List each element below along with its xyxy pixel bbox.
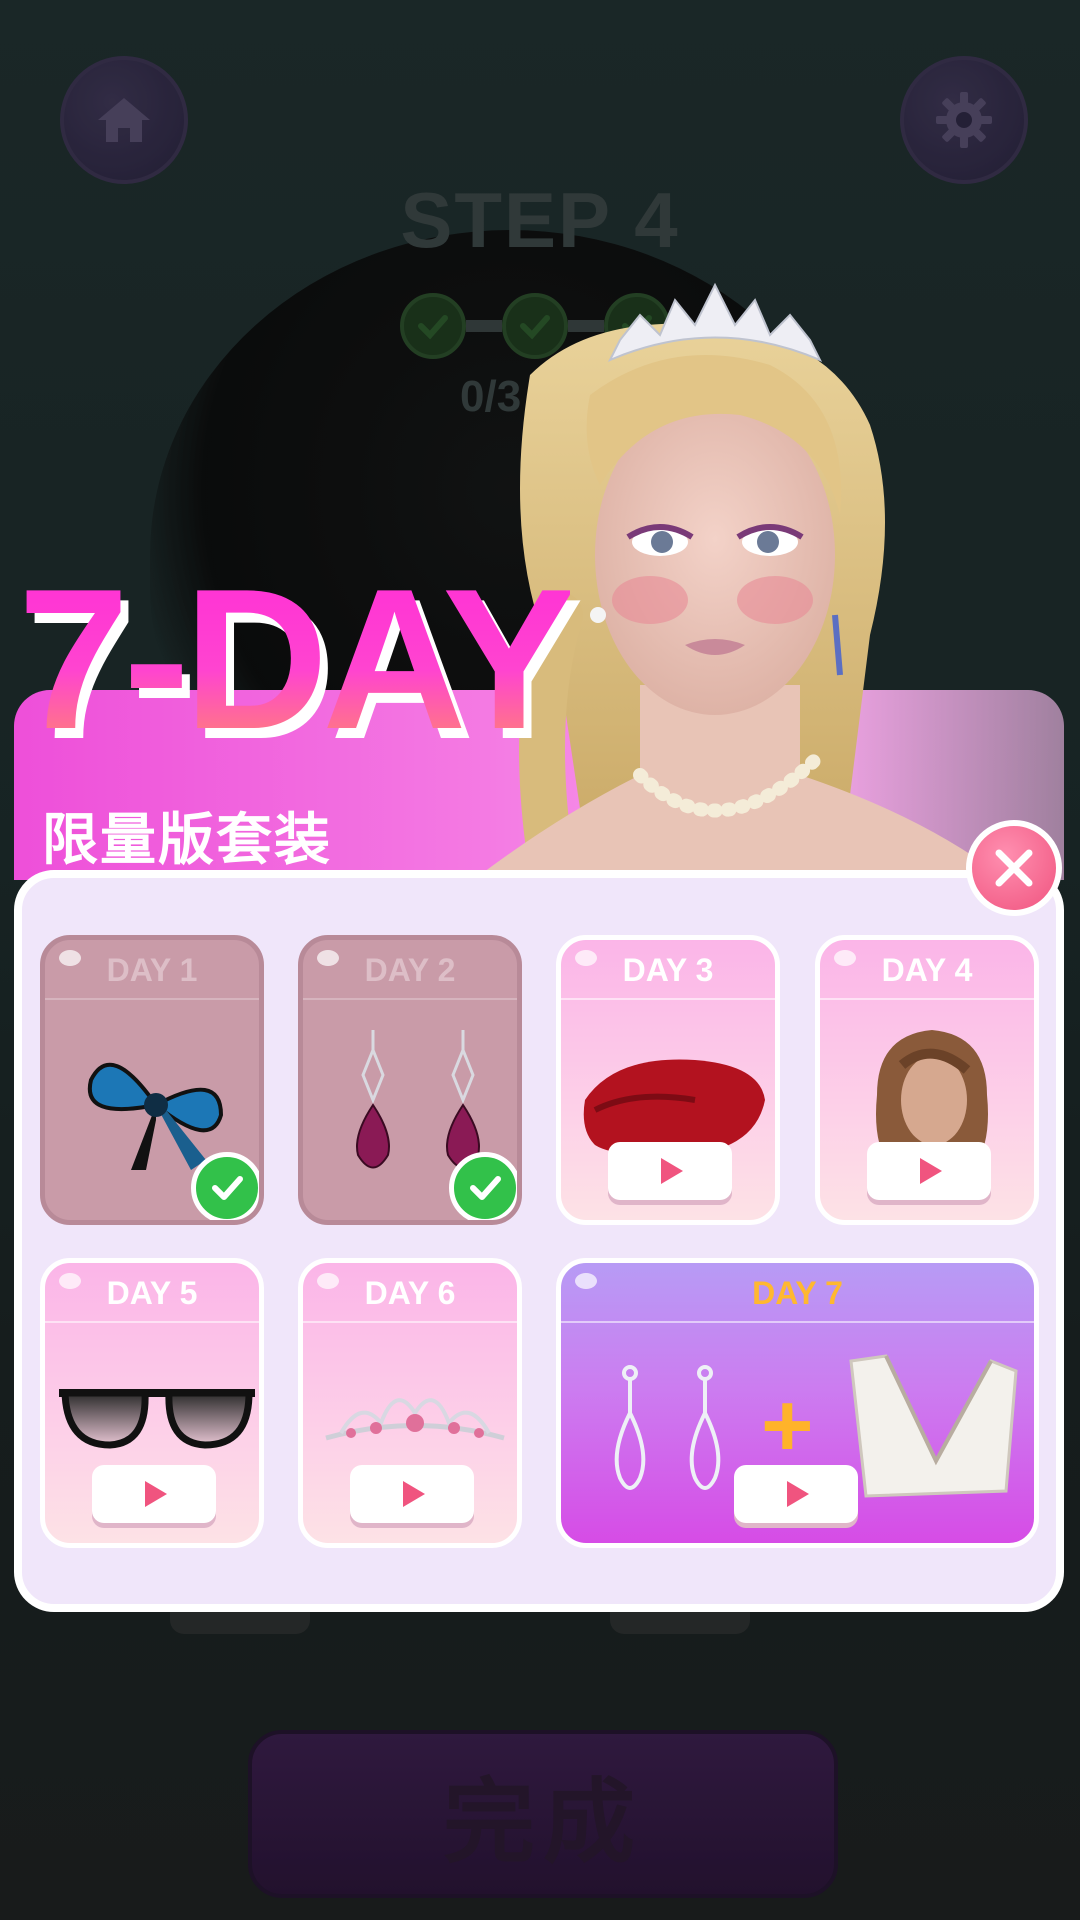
play-icon xyxy=(920,1158,942,1184)
plus-sign: + xyxy=(761,1376,814,1476)
claimed-check-icon xyxy=(449,1152,517,1220)
watch-ad-button[interactable] xyxy=(350,1465,474,1523)
play-icon xyxy=(787,1481,809,1507)
day-label: DAY 7 xyxy=(561,1263,1034,1323)
white-dress-icon xyxy=(849,1354,1018,1498)
day-card-2[interactable]: DAY 2 xyxy=(298,935,522,1225)
play-icon xyxy=(661,1158,683,1184)
play-icon xyxy=(403,1481,425,1507)
day-card-5[interactable]: DAY 5 xyxy=(40,1258,264,1548)
day-label: DAY 3 xyxy=(561,940,775,1000)
day-label: DAY 2 xyxy=(303,940,517,1000)
popup-subtitle: 限量版套装 xyxy=(42,808,332,873)
day-label: DAY 5 xyxy=(45,1263,259,1323)
claimed-check-icon xyxy=(191,1152,259,1220)
popup-title: 7-DAY xyxy=(18,548,576,771)
day-card-6[interactable]: DAY 6 xyxy=(298,1258,522,1548)
day-card-1[interactable]: DAY 1 xyxy=(40,935,264,1225)
day-label: DAY 4 xyxy=(820,940,1034,1000)
day-card-7[interactable]: DAY 7 + xyxy=(556,1258,1039,1548)
play-icon xyxy=(145,1481,167,1507)
diamond-earrings-icon xyxy=(614,1365,721,1490)
watch-ad-button[interactable] xyxy=(92,1465,216,1523)
tiara-icon xyxy=(325,1398,505,1441)
watch-ad-button[interactable] xyxy=(608,1142,732,1200)
watch-ad-button[interactable] xyxy=(867,1142,991,1200)
watch-ad-button[interactable] xyxy=(734,1465,858,1523)
day-label: DAY 6 xyxy=(303,1263,517,1323)
close-button[interactable] xyxy=(966,820,1062,916)
day-label: DAY 1 xyxy=(45,940,259,1000)
day-card-3[interactable]: DAY 3 xyxy=(556,935,780,1225)
day-card-4[interactable]: DAY 4 xyxy=(815,935,1039,1225)
close-icon xyxy=(995,849,1033,887)
glasses-icon xyxy=(59,1389,255,1449)
